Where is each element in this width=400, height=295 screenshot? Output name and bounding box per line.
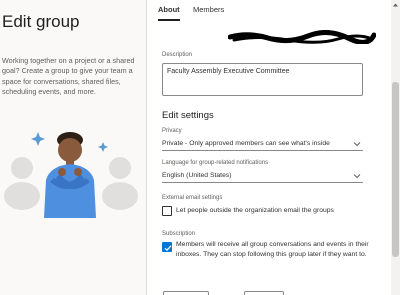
group-illustration [4,132,138,218]
cancel-button[interactable] [244,291,284,295]
chevron-down-icon [353,142,361,147]
save-button[interactable] [163,291,209,295]
subscription-checkbox[interactable] [162,242,172,252]
sparkle-icon [31,132,45,146]
person-avatar-icon [102,157,138,210]
language-value: English (United States) [162,172,232,179]
external-email-checkbox-label: Let people outside the organization emai… [176,207,334,214]
panel-divider [146,0,147,295]
language-dropdown[interactable]: English (United States) [162,169,363,183]
scrollbar-thumb[interactable] [392,82,399,257]
chevron-down-icon [353,174,361,179]
privacy-value: Private - Only approved members can see … [162,140,330,147]
subscription-label: Subscription [162,231,196,237]
checkmark-icon [164,245,172,252]
privacy-dropdown[interactable]: Private - Only approved members can see … [162,137,363,151]
edit-settings-heading: Edit settings [162,110,214,121]
page-title: Edit group [2,12,80,31]
description-field[interactable]: Faculty Assembly Executive Committee [162,63,363,96]
person-avatar-icon [44,132,96,218]
intro-text: Working together on a project or a share… [2,56,135,96]
sparkle-icon [98,142,108,152]
external-email-checkbox[interactable] [162,206,172,216]
scroll-up-arrow-icon[interactable] [392,2,399,8]
description-value: Faculty Assembly Executive Committee [167,68,290,75]
tab-members[interactable]: Members [193,5,224,14]
person-avatar-icon [4,157,40,210]
subscription-checkbox-label: Members will receive all group conversat… [176,241,369,258]
external-email-label: External email settings [162,195,223,201]
privacy-label: Privacy [162,128,182,134]
redaction-mark [228,30,376,44]
description-label: Description [162,52,193,58]
tab-about[interactable]: About [158,5,180,14]
language-label: Language for group-related notifications [162,160,269,166]
active-tab-indicator [158,19,180,21]
